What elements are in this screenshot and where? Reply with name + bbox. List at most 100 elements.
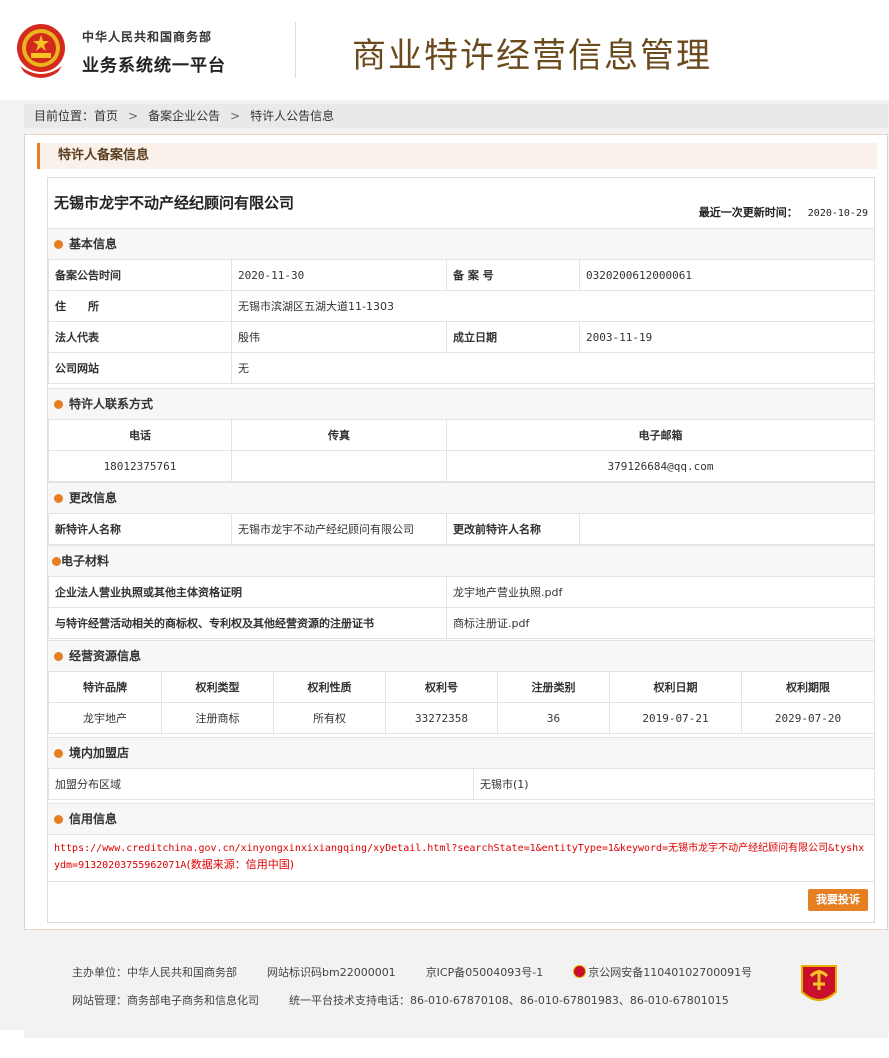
filing-date-value: 2020-11-30	[231, 259, 447, 291]
system-title: 商业特许经营信息管理	[352, 36, 712, 76]
bullet-icon	[54, 749, 63, 758]
section-basic-info: 基本信息	[48, 228, 874, 259]
email-value: 379126684@qq.com	[446, 450, 875, 482]
footer-icp[interactable]: 京ICP备05004093号-1	[426, 966, 544, 979]
filing-detail: 无锡市龙宇不动产经纪顾问有限公司 最近一次更新时间： 2020-10-29 基本信…	[47, 177, 875, 923]
old-name-value	[579, 513, 875, 545]
filing-no-label: 备 案 号	[446, 259, 580, 291]
complain-button[interactable]: 我要投诉	[808, 889, 868, 911]
filing-no-value: 0320200612000061	[579, 259, 875, 291]
section-title: 电子材料	[61, 554, 110, 568]
column-header: 权利期限	[741, 671, 875, 703]
bullet-icon	[54, 815, 63, 824]
license-label: 企业法人营业执照或其他主体资格证明	[48, 576, 447, 608]
founded-label: 成立日期	[446, 321, 580, 353]
basic-info-table: 备案公告时间 2020-11-30 备 案 号 0320200612000061…	[48, 259, 875, 384]
footer-line-2: 网站管理：商务部电子商务和信息化司 统一平台技术支持电话：86-010-67870…	[72, 992, 759, 1008]
credit-link[interactable]: https://www.creditchina.gov.cn/xinyongxi…	[48, 834, 874, 882]
filing-panel: 特许人备案信息 无锡市龙宇不动产经纪顾问有限公司 最近一次更新时间： 2020-1…	[24, 134, 888, 930]
section-contact: 特许人联系方式	[48, 388, 874, 419]
filing-date-label: 备案公告时间	[48, 259, 232, 291]
table-cell: 龙宇地产	[48, 702, 162, 734]
last-updated-value: 2020-10-29	[807, 208, 868, 219]
old-name-label: 更改前特许人名称	[446, 513, 580, 545]
header-divider	[295, 22, 296, 78]
region-value: 无锡市(1)	[473, 768, 875, 800]
last-updated-label: 最近一次更新时间：	[698, 206, 798, 219]
resources-table: 特许品牌 权利类型 权利性质 权利号 注册类别 权利日期 权利期限 龙宇地产 注…	[48, 671, 875, 734]
license-file-link[interactable]: 龙宇地产营业执照.pdf	[446, 576, 875, 608]
changes-table: 新特许人名称 无锡市龙宇不动产经纪顾问有限公司 更改前特许人名称	[48, 513, 875, 545]
footer-manager: 网站管理：商务部电子商务和信息化司	[72, 994, 259, 1007]
breadcrumb: 目前位置：首页 > 备案企业公告 > 特许人公告信息	[24, 104, 888, 128]
table-row: 新特许人名称 无锡市龙宇不动产经纪顾问有限公司 更改前特许人名称	[48, 513, 875, 545]
column-header: 权利号	[385, 671, 498, 703]
breadcrumb-home[interactable]: 首页	[94, 109, 118, 123]
section-title: 基本信息	[69, 237, 118, 251]
table-row: 备案公告时间 2020-11-30 备 案 号 0320200612000061	[48, 259, 875, 291]
breadcrumb-announcements[interactable]: 备案企业公告	[148, 109, 220, 123]
breadcrumb-separator: >	[230, 109, 241, 123]
footer-police[interactable]: 京公网安备11040102700091号	[588, 966, 752, 979]
bullet-icon	[54, 494, 63, 503]
table-row: 公司网站 无	[48, 352, 875, 384]
contact-table: 电话 传真 电子邮箱 18012375761 379126684@qq.com	[48, 419, 875, 482]
fax-header: 传真	[231, 419, 447, 451]
breadcrumb-prefix: 目前位置：	[34, 109, 95, 123]
panel-title: 特许人备案信息	[37, 143, 877, 169]
table-row: 18012375761 379126684@qq.com	[48, 450, 875, 482]
table-cell: 2019-07-21	[609, 702, 742, 734]
founded-value: 2003-11-19	[579, 321, 875, 353]
region-label: 加盟分布区域	[48, 768, 474, 800]
table-row: 加盟分布区域 无锡市(1)	[48, 768, 875, 800]
breadcrumb-current: 特许人公告信息	[250, 109, 335, 123]
phone-value: 18012375761	[48, 450, 232, 482]
bullet-icon	[54, 652, 63, 661]
table-row: 住 所 无锡市滨湖区五湖大道11-1303	[48, 290, 875, 322]
table-row: 特许品牌 权利类型 权利性质 权利号 注册类别 权利日期 权利期限	[48, 671, 875, 703]
column-header: 权利性质	[273, 671, 386, 703]
table-row: 企业法人营业执照或其他主体资格证明 龙宇地产营业执照.pdf	[48, 576, 875, 608]
website-label: 公司网站	[48, 352, 232, 384]
credit-source-note: (数据来源：信用中国)	[186, 858, 295, 871]
legal-rep-label: 法人代表	[48, 321, 232, 353]
bullet-icon	[52, 557, 61, 566]
section-changes: 更改信息	[48, 482, 874, 513]
email-header: 电子邮箱	[446, 419, 875, 451]
section-title: 更改信息	[69, 491, 118, 505]
table-row: 与特许经营活动相关的商标权、专利权及其他经营资源的注册证书 商标注册证.pdf	[48, 607, 875, 639]
table-row: 龙宇地产 注册商标 所有权 33272358 36 2019-07-21 202…	[48, 702, 875, 734]
company-name: 无锡市龙宇不动产经纪顾问有限公司	[54, 194, 295, 212]
platform-name: 业务系统统一平台	[82, 56, 226, 76]
new-name-value: 无锡市龙宇不动产经纪顾问有限公司	[231, 513, 447, 545]
party-badge-icon[interactable]	[798, 960, 840, 1008]
section-title: 信用信息	[69, 812, 118, 826]
materials-table: 企业法人营业执照或其他主体资格证明 龙宇地产营业执照.pdf 与特许经营活动相关…	[48, 576, 875, 639]
website-value: 无	[231, 352, 875, 384]
police-badge-icon	[573, 965, 587, 978]
section-credit: 信用信息	[48, 803, 874, 834]
bullet-icon	[54, 400, 63, 409]
site-header: 中华人民共和国商务部 业务系统统一平台 商业特许经营信息管理	[0, 0, 889, 100]
phone-header: 电话	[48, 419, 232, 451]
site-footer: 主办单位：中华人民共和国商务部 网站标识码bm22000001 京ICP备05004…	[24, 930, 888, 1038]
org-name: 中华人民共和国商务部	[82, 30, 213, 44]
address-value: 无锡市滨湖区五湖大道11-1303	[231, 290, 875, 322]
column-header: 权利日期	[609, 671, 742, 703]
table-row: 法人代表 殷伟 成立日期 2003-11-19	[48, 321, 875, 353]
section-title: 经营资源信息	[69, 649, 142, 663]
address-label: 住 所	[48, 290, 232, 322]
table-cell: 2029-07-20	[741, 702, 875, 734]
credit-url[interactable]: https://www.creditchina.gov.cn/xinyongxi…	[54, 843, 864, 871]
legal-rep-value: 殷伟	[231, 321, 447, 353]
table-cell: 36	[497, 702, 610, 734]
table-cell: 所有权	[273, 702, 386, 734]
trademark-file-link[interactable]: 商标注册证.pdf	[446, 607, 875, 639]
fax-value	[231, 450, 447, 482]
column-header: 权利类型	[161, 671, 274, 703]
column-header: 特许品牌	[48, 671, 162, 703]
section-materials: 电子材料	[48, 545, 874, 576]
table-cell: 注册商标	[161, 702, 274, 734]
section-franchise: 境内加盟店	[48, 737, 874, 768]
section-resources: 经营资源信息	[48, 640, 874, 671]
